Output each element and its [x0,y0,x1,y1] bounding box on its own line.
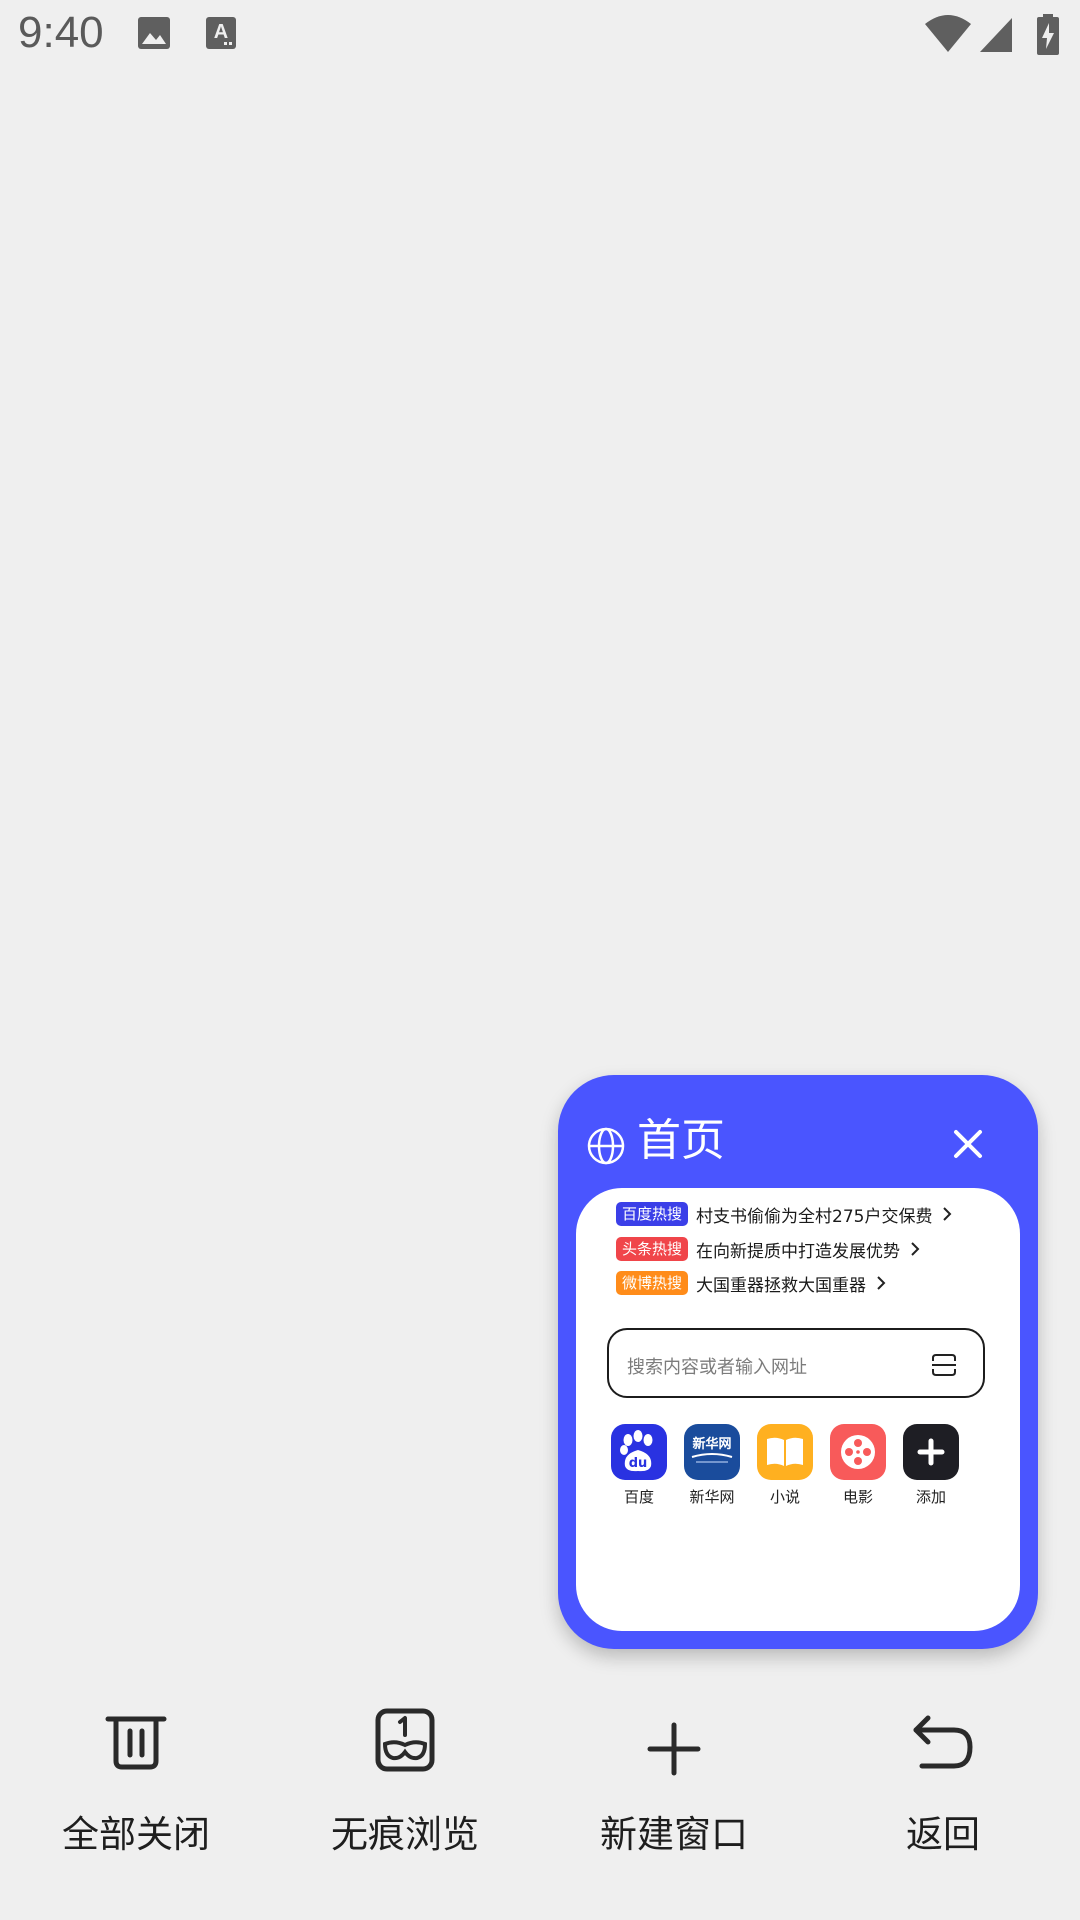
hot-search-text: 大国重器拯救大国重器 [696,1275,867,1296]
scan-icon[interactable] [931,1353,957,1377]
image-icon [138,17,170,49]
chevron-right-icon [877,1276,886,1290]
undo-arrow-icon [913,1715,973,1769]
keyboard-a-icon: A [206,17,236,49]
svg-text:A: A [214,21,228,43]
search-placeholder: 搜索内容或者输入网址 [627,1357,807,1378]
tab-title: 首页 [637,1115,725,1166]
xinhua-icon: 新华网 [684,1424,740,1480]
film-reel-icon [830,1424,886,1480]
shortcut-label: 电影 [842,1488,873,1506]
hot-search-row[interactable]: 百度热搜 村支书偷偷为全村275户交保费 [616,1201,952,1227]
svg-text:du: du [629,1456,648,1471]
shortcut-movie[interactable]: 电影 [822,1424,894,1507]
shortcut-xinhua[interactable]: 新华网 新华网 [676,1424,748,1507]
new-window-label: 新建窗口 [600,1813,748,1856]
incognito-button[interactable]: 无痕浏览 [305,1700,505,1858]
shortcut-baidu[interactable]: du 百度 [603,1424,675,1507]
search-input[interactable]: 搜索内容或者输入网址 [607,1328,985,1398]
tab-card-homepage[interactable]: 首页 百度热搜 村支书偷偷为全村275户交保费 头条热搜 在向新提质中打造发展优… [558,1075,1038,1649]
hot-search-row[interactable]: 头条热搜 在向新提质中打造发展优势 [616,1236,920,1262]
chevron-right-icon [911,1242,920,1256]
globe-icon [587,1127,625,1165]
shortcut-label: 小说 [769,1488,800,1506]
hot-badge-weibo: 微博热搜 [616,1271,689,1295]
new-window-button[interactable]: 新建窗口 [574,1700,774,1858]
close-tab-icon[interactable] [952,1128,984,1160]
status-bar: 9:40 A [0,0,1080,72]
trash-icon [105,1716,167,1770]
back-label: 返回 [906,1813,980,1856]
tab-preview[interactable]: 百度热搜 村支书偷偷为全村275户交保费 头条热搜 在向新提质中打造发展优势 微… [576,1188,1020,1631]
svg-text:新华网: 新华网 [692,1436,731,1452]
hot-badge-baidu: 百度热搜 [616,1202,689,1226]
hot-search-text: 村支书偷偷为全村275户交保费 [696,1206,933,1227]
incognito-mask-icon [375,1708,435,1772]
plus-icon [647,1722,701,1776]
bottom-toolbar: 全部关闭 无痕浏览 新建窗口 返回 [0,1700,1080,1870]
shortcut-add[interactable]: 添加 [895,1424,967,1507]
battery-charging-icon [1037,14,1059,55]
status-time: 9:40 [18,8,104,57]
shortcut-label: 百度 [623,1488,654,1506]
shortcut-label: 添加 [915,1488,946,1506]
hot-badge-toutiao: 头条热搜 [616,1237,689,1261]
baidu-icon: du [611,1424,667,1480]
book-icon [757,1424,813,1480]
incognito-label: 无痕浏览 [331,1813,479,1856]
hot-search-text: 在向新提质中打造发展优势 [696,1241,901,1262]
close-all-button[interactable]: 全部关闭 [36,1700,236,1858]
shortcut-novel[interactable]: 小说 [749,1424,821,1507]
cell-signal-icon [980,18,1012,52]
chevron-right-icon [943,1207,952,1221]
back-button[interactable]: 返回 [843,1700,1043,1858]
hot-search-row[interactable]: 微博热搜 大国重器拯救大国重器 [616,1270,886,1296]
shortcut-label: 新华网 [689,1488,735,1506]
plus-icon [903,1424,959,1480]
wifi-icon [925,15,971,52]
close-all-label: 全部关闭 [62,1813,210,1856]
